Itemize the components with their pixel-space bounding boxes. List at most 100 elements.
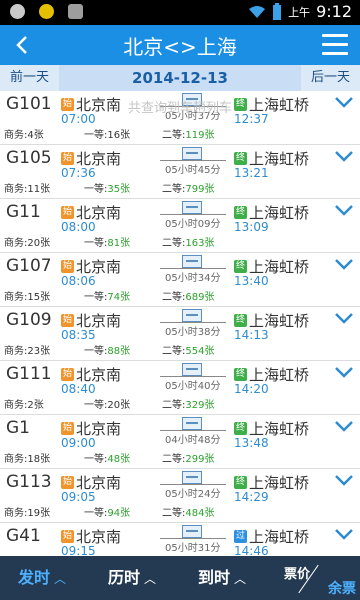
origin-badge: 始 [61, 206, 74, 219]
second-class-seats: 二等:163张 [162, 238, 215, 249]
first-class-seats: 一等:81张 [84, 238, 131, 249]
train-row[interactable]: G107 始北京南 08:06 05小时34分终上海虹桥 13:40 商务:15张 一等:7… [0, 253, 360, 307]
train-row[interactable]: G1 始北京南 09:00 04小时48分终上海虹桥 13:48 商务:18张 一等:48张… [0, 415, 360, 469]
arrival-time: 13:48 [234, 436, 269, 450]
first-class-seats: 一等:16张 [84, 130, 131, 141]
caret-up-icon: ︿ [144, 572, 157, 586]
sort-arrival-button[interactable]: 到时 ︿ [198, 556, 246, 600]
business-seats: 商务:18张 [4, 454, 51, 465]
duration: 04小时48分 [165, 435, 221, 446]
menu-icon [322, 34, 348, 37]
terminal-badge: 终 [234, 98, 247, 111]
chevron-down-icon[interactable] [334, 257, 354, 271]
terminal-badge: 终 [234, 314, 247, 327]
duration: 05小时09分 [165, 219, 221, 230]
back-button[interactable] [8, 31, 36, 59]
departure-time: 08:00 [61, 220, 96, 234]
train-icon [182, 525, 202, 538]
sort-duration-label: 历时 [108, 568, 141, 587]
next-day-button[interactable]: 后一天 [300, 65, 360, 91]
chevron-down-icon[interactable] [334, 149, 354, 163]
train-row[interactable]: G113 始北京南 09:05 05小时24分终上海虹桥 14:29 商务:19张 一等:9… [0, 469, 360, 523]
arrival-time: 13:21 [234, 166, 269, 180]
train-icon [182, 471, 202, 484]
sort-departure-button[interactable]: 发时 ︿ [18, 556, 66, 600]
train-number: G11 [6, 202, 41, 222]
caret-up-icon: ︿ [54, 572, 67, 586]
terminal-badge: 终 [234, 260, 247, 273]
terminal-badge: 终 [234, 152, 247, 165]
train-row[interactable]: G105 始北京南 07:36 05小时45分终上海虹桥 13:21 商务:11张 一等:3… [0, 145, 360, 199]
wifi-icon [249, 5, 266, 18]
train-list[interactable]: G101 始北京南 07:00 05小时37分终上海虹桥 12:37 商务:4张 一等:16… [0, 91, 360, 556]
first-class-seats: 一等:48张 [84, 454, 131, 465]
business-seats: 商务:20张 [4, 238, 51, 249]
header: 北京<>上海 [0, 25, 360, 65]
prev-day-button[interactable]: 前一天 [0, 65, 60, 91]
departure-time: 09:05 [61, 490, 96, 504]
first-class-seats: 一等:88张 [84, 346, 131, 357]
price-remaining-toggle[interactable]: 票价 余票 [282, 556, 360, 600]
chevron-down-icon[interactable] [334, 365, 354, 379]
business-seats: 商务:11张 [4, 184, 51, 195]
duration: 05小时31分 [165, 543, 221, 554]
menu-button[interactable] [322, 34, 348, 56]
duration: 05小时34分 [165, 273, 221, 284]
second-class-seats: 二等:689张 [162, 292, 215, 303]
train-row[interactable]: G101 始北京南 07:00 05小时37分终上海虹桥 12:37 商务:4张 一等:16… [0, 91, 360, 145]
arrival-time: 14:46 [234, 544, 269, 556]
terminal-badge: 过 [234, 530, 247, 543]
sort-arrival-label: 到时 [198, 568, 231, 587]
origin-badge: 始 [61, 314, 74, 327]
terminal-badge: 终 [234, 368, 247, 381]
status-ampm: 上午 [288, 5, 311, 19]
second-class-seats: 二等:119张 [162, 130, 215, 141]
first-class-seats: 一等:94张 [84, 508, 131, 519]
app-notification-icon [39, 4, 54, 19]
cat-notification-icon [68, 4, 83, 19]
chevron-down-icon[interactable] [334, 473, 354, 487]
arrival-time: 14:13 [234, 328, 269, 342]
origin-badge: 始 [61, 260, 74, 273]
arrival-time: 14:20 [234, 382, 269, 396]
duration: 05小时38分 [165, 327, 221, 338]
sort-duration-button[interactable]: 历时 ︿ [108, 556, 156, 600]
second-class-seats: 二等:799张 [162, 184, 215, 195]
notification-icon [10, 4, 25, 19]
terminal-badge: 终 [234, 206, 247, 219]
business-seats: 商务:4张 [4, 130, 44, 141]
arrival-time: 12:37 [234, 112, 269, 126]
duration: 05小时24分 [165, 489, 221, 500]
chevron-down-icon[interactable] [334, 527, 354, 541]
origin-badge: 始 [61, 152, 74, 165]
origin-badge: 始 [61, 368, 74, 381]
train-row[interactable]: G11 始北京南 08:00 05小时09分终上海虹桥 13:09 商务:20张 一等:81… [0, 199, 360, 253]
train-row[interactable]: G109 始北京南 08:35 05小时38分终上海虹桥 14:13 商务:23张 一等:8… [0, 307, 360, 361]
status-time: 9:12 [316, 2, 352, 21]
origin-badge: 始 [61, 98, 74, 111]
chevron-down-icon[interactable] [334, 419, 354, 433]
chevron-left-icon [16, 36, 27, 54]
current-date[interactable]: 2014-12-13 [70, 65, 290, 91]
train-number: G101 [6, 94, 52, 114]
train-icon [182, 417, 202, 430]
departure-time: 08:35 [61, 328, 96, 342]
departure-time: 07:00 [61, 112, 96, 126]
sort-bar: 发时 ︿ 历时 ︿ 到时 ︿ 票价 余票 [0, 556, 360, 600]
train-icon [182, 309, 202, 322]
departure-time: 09:00 [61, 436, 96, 450]
duration: 05小时40分 [165, 381, 221, 392]
terminal-badge: 终 [234, 476, 247, 489]
chevron-down-icon[interactable] [334, 311, 354, 325]
train-number: G1 [6, 418, 30, 438]
remaining-label: 余票 [328, 581, 356, 597]
chevron-down-icon[interactable] [334, 203, 354, 217]
second-class-seats: 二等:554张 [162, 346, 215, 357]
train-row[interactable]: G111 始北京南 08:40 05小时40分终上海虹桥 14:20 商务:2张 一等:20… [0, 361, 360, 415]
chevron-down-icon[interactable] [334, 95, 354, 109]
duration: 05小时37分 [165, 111, 221, 122]
business-seats: 商务:23张 [4, 346, 51, 357]
arrival-time: 13:40 [234, 274, 269, 288]
train-row[interactable]: G41 始北京南 09:15 05小时31分过上海虹桥 14:46 [0, 523, 360, 556]
terminal-badge: 终 [234, 422, 247, 435]
